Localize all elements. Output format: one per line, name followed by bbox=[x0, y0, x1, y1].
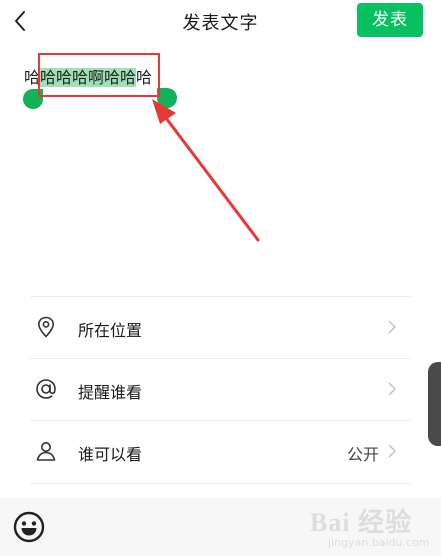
at-icon bbox=[36, 379, 56, 399]
top-bar: 发表文字 发表 bbox=[0, 0, 441, 44]
visibility-value: 公开 bbox=[346, 445, 379, 464]
chevron-right-icon bbox=[388, 444, 397, 458]
selection-end-handle[interactable] bbox=[157, 88, 177, 108]
bottom-toolbar bbox=[0, 498, 441, 556]
chevron-right-icon bbox=[388, 382, 397, 396]
option-label: 所在位置 bbox=[78, 321, 143, 340]
option-visibility[interactable]: 谁可以看 公开 bbox=[0, 421, 441, 483]
option-mention[interactable]: 提醒谁看 bbox=[0, 359, 441, 421]
side-edge-handle[interactable] bbox=[428, 362, 441, 446]
annotation-highlight-box bbox=[38, 53, 160, 97]
chevron-right-icon bbox=[388, 320, 397, 334]
option-label: 谁可以看 bbox=[78, 445, 143, 464]
emoji-icon[interactable] bbox=[13, 511, 45, 543]
location-pin-icon bbox=[37, 316, 55, 338]
row-divider bbox=[30, 483, 411, 484]
person-icon bbox=[36, 442, 56, 461]
option-location[interactable]: 所在位置 bbox=[0, 297, 441, 359]
publish-button[interactable]: 发表 bbox=[357, 3, 423, 37]
option-label: 提醒谁看 bbox=[78, 383, 143, 402]
